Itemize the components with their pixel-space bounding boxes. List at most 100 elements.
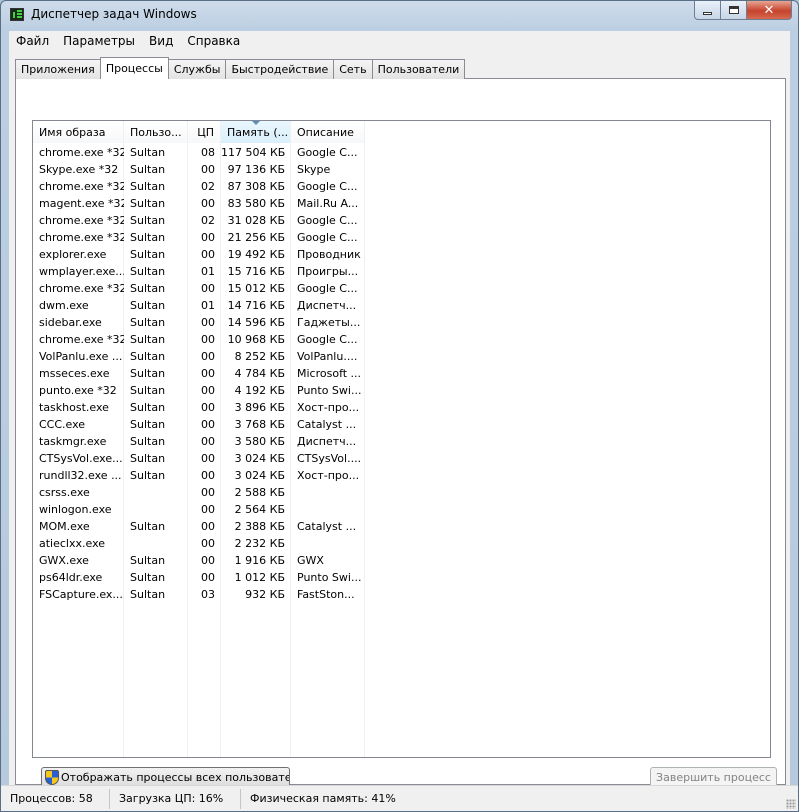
process-list[interactable]: Имя образа Пользо... ЦП Память (... Опис… xyxy=(32,120,771,758)
process-description: CTSysVol.... xyxy=(297,452,362,465)
process-description: Punto Swi... xyxy=(297,571,362,584)
process-description: Проводник xyxy=(297,248,361,261)
process-row[interactable]: explorer.exe Sultan 00 19 492 КБ Проводник xyxy=(33,246,770,263)
process-description: Диспетч... xyxy=(297,299,357,312)
process-list-header: Имя образа Пользо... ЦП Память (... Опис… xyxy=(33,121,365,143)
process-row[interactable]: rundll32.exe ... Sultan 00 3 024 КБ Хост-про… xyxy=(33,467,770,484)
process-cpu: 00 xyxy=(201,316,215,329)
process-row[interactable]: punto.exe *32 Sultan 00 4 192 КБ Punto Swi..… xyxy=(33,382,770,399)
menu-file[interactable]: Файл xyxy=(9,34,56,48)
process-row[interactable]: CCC.exe Sultan 00 3 768 КБ Catalyst ... xyxy=(33,416,770,433)
column-description[interactable]: Описание xyxy=(291,121,365,143)
process-memory: 21 256 КБ xyxy=(227,231,285,244)
tab-performance[interactable]: Быстродействие xyxy=(225,59,335,79)
processes-tab-panel: Имя образа Пользо... ЦП Память (... Опис… xyxy=(15,78,786,788)
process-row[interactable]: atieclxx.exe 00 2 232 КБ xyxy=(33,535,770,552)
resize-grip[interactable] xyxy=(786,799,796,809)
process-row[interactable]: dwm.exe Sultan 01 14 716 КБ Диспетч... xyxy=(33,297,770,314)
process-memory: 14 596 КБ xyxy=(227,316,285,329)
process-user xyxy=(124,484,188,501)
process-row[interactable]: taskhost.exe Sultan 00 3 896 КБ Хост-про... xyxy=(33,399,770,416)
process-description: Google C... xyxy=(297,214,358,227)
process-user: Sultan xyxy=(130,469,166,482)
process-memory: 15 012 КБ xyxy=(227,282,285,295)
tab-networking[interactable]: Сеть xyxy=(333,59,373,79)
process-row[interactable]: GWX.exe Sultan 00 1 916 КБ GWX xyxy=(33,552,770,569)
process-row[interactable]: chrome.exe *32 Sultan 00 15 012 КБ Google C.… xyxy=(33,280,770,297)
column-image-name[interactable]: Имя образа xyxy=(33,121,124,143)
process-row[interactable]: magent.exe *32 Sultan 00 83 580 КБ Mail.Ru A… xyxy=(33,195,770,212)
process-memory: 2 564 КБ xyxy=(234,503,285,516)
menu-options[interactable]: Параметры xyxy=(56,34,142,48)
process-description: Punto Swi... xyxy=(297,384,362,397)
menu-help[interactable]: Справка xyxy=(180,34,247,48)
task-manager-icon xyxy=(10,8,24,21)
column-cpu[interactable]: ЦП xyxy=(188,121,221,143)
minimize-button[interactable] xyxy=(694,1,721,20)
process-cpu: 00 xyxy=(201,231,215,244)
process-row[interactable]: sidebar.exe Sultan 00 14 596 КБ Гаджеты... xyxy=(33,314,770,331)
process-user: Sultan xyxy=(130,384,166,397)
process-user: Sultan xyxy=(130,571,166,584)
process-row[interactable]: Skype.exe *32 Sultan 00 97 136 КБ Skype xyxy=(33,161,770,178)
process-row[interactable]: chrome.exe *32 Sultan 02 87 308 КБ Google C.… xyxy=(33,178,770,195)
process-row[interactable]: CTSysVol.exe... Sultan 00 3 024 КБ CTSysVol.… xyxy=(33,450,770,467)
process-cpu: 08 xyxy=(201,146,215,159)
process-name: rundll32.exe ... xyxy=(39,469,122,482)
process-row[interactable]: chrome.exe *32 Sultan 00 21 256 КБ Google C.… xyxy=(33,229,770,246)
process-row[interactable]: chrome.exe *32 Sultan 00 10 968 КБ Google C.… xyxy=(33,331,770,348)
process-user: Sultan xyxy=(130,146,166,159)
process-name: MOM.exe xyxy=(39,520,90,533)
process-cpu: 02 xyxy=(201,214,215,227)
close-icon: ✕ xyxy=(763,2,775,18)
process-row[interactable]: msseces.exe Sultan 00 4 784 КБ Microsoft ... xyxy=(33,365,770,382)
maximize-button[interactable] xyxy=(721,1,747,20)
process-user: Sultan xyxy=(130,435,166,448)
process-memory: 87 308 КБ xyxy=(227,180,285,193)
process-description: Хост-про... xyxy=(297,469,360,482)
process-row[interactable]: chrome.exe *32 Sultan 08 117 504 КБ Google C… xyxy=(33,144,770,161)
status-bar: Процессов: 58 Загрузка ЦП: 16% Физическа… xyxy=(1,785,798,811)
menu-view[interactable]: Вид xyxy=(142,34,180,48)
tab-processes[interactable]: Процессы xyxy=(99,57,169,79)
process-name: msseces.exe xyxy=(39,367,110,380)
process-row[interactable]: csrss.exe 00 2 588 КБ xyxy=(33,484,770,501)
process-list-body: chrome.exe *32 Sultan 08 117 504 КБ Google C… xyxy=(33,144,770,603)
column-user[interactable]: Пользо... xyxy=(124,121,188,143)
process-description: Google C... xyxy=(297,282,358,295)
process-name: magent.exe *32 xyxy=(39,197,124,210)
tab-applications[interactable]: Приложения xyxy=(15,59,101,79)
process-user: Sultan xyxy=(130,180,166,193)
process-row[interactable]: VolPanlu.exe ... Sultan 00 8 252 КБ VolPanlu… xyxy=(33,348,770,365)
process-description: Проигры... xyxy=(297,265,359,278)
status-cpu-usage: Загрузка ЦП: 16% xyxy=(109,789,240,809)
process-description: Microsoft ... xyxy=(297,367,362,380)
window-controls: ✕ xyxy=(694,1,792,21)
process-row[interactable]: taskmgr.exe Sultan 00 3 580 КБ Диспетч... xyxy=(33,433,770,450)
process-user: Sultan xyxy=(130,231,166,244)
process-memory: 15 716 КБ xyxy=(227,265,285,278)
process-row[interactable]: winlogon.exe 00 2 564 КБ xyxy=(33,501,770,518)
process-cpu: 01 xyxy=(201,299,215,312)
tab-services[interactable]: Службы xyxy=(167,59,227,79)
process-description: Google C... xyxy=(297,231,358,244)
process-description: Google C... xyxy=(297,146,358,159)
process-row[interactable]: FSCapture.ex... Sultan 03 932 КБ FastSton... xyxy=(33,586,770,603)
process-row[interactable]: MOM.exe Sultan 00 2 388 КБ Catalyst ... xyxy=(33,518,770,535)
close-button[interactable]: ✕ xyxy=(747,1,792,20)
title-bar[interactable]: Диспетчер задач Windows ✕ xyxy=(1,1,798,29)
process-row[interactable]: ps64ldr.exe Sultan 00 1 012 КБ Punto Swi... xyxy=(33,569,770,586)
process-row[interactable]: wmplayer.exe... Sultan 01 15 716 КБ Проигры.… xyxy=(33,263,770,280)
process-description: Диспетч... xyxy=(297,435,357,448)
process-name: winlogon.exe xyxy=(39,503,112,516)
process-row[interactable]: chrome.exe *32 Sultan 02 31 028 КБ Google C.… xyxy=(33,212,770,229)
tab-users[interactable]: Пользователи xyxy=(371,59,466,79)
process-cpu: 00 xyxy=(201,571,215,584)
process-description xyxy=(291,501,365,518)
process-cpu: 00 xyxy=(201,367,215,380)
window-title: Диспетчер задач Windows xyxy=(31,7,197,21)
client-area: Имя образа Пользо... ЦП Память (... Опис… xyxy=(9,51,790,788)
column-memory[interactable]: Память (... xyxy=(221,121,291,143)
process-memory: 83 580 КБ xyxy=(227,197,285,210)
process-cpu: 00 xyxy=(201,248,215,261)
